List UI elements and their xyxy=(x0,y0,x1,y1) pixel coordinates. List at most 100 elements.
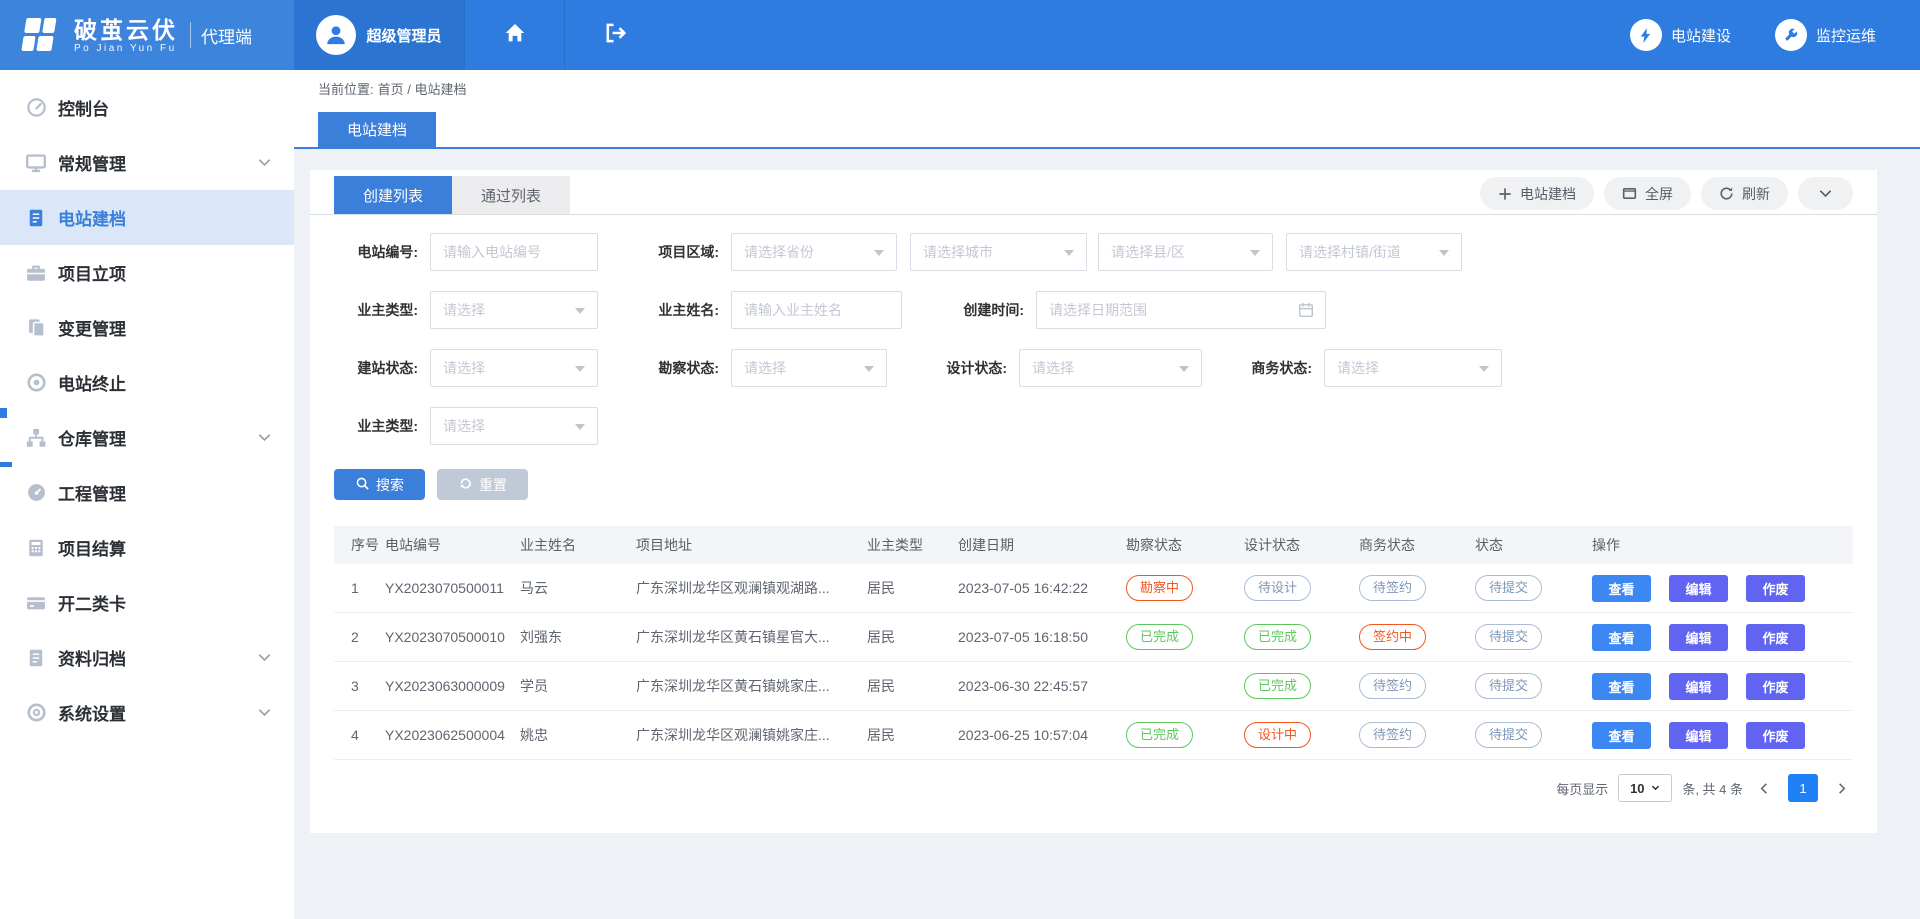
dashboard-icon xyxy=(24,96,48,120)
select-placeholder: 请选择 xyxy=(1032,358,1074,378)
province-select[interactable]: 请选择省份 xyxy=(731,233,897,271)
row-seq: 3 xyxy=(347,678,381,694)
created-date-range-input[interactable] xyxy=(1036,291,1326,329)
tab-station-archive[interactable]: 电站建档 xyxy=(318,112,436,147)
home-icon xyxy=(503,21,527,50)
filter-label: 项目区域: xyxy=(598,242,731,262)
sidebar-item-general-mgmt[interactable]: 常规管理 xyxy=(0,135,294,190)
sidebar-item-label: 变更管理 xyxy=(58,315,126,340)
sidebar-item-label: 仓库管理 xyxy=(58,425,126,450)
sidebar-item-class2-card[interactable]: 开二类卡 xyxy=(0,575,294,630)
home-button[interactable] xyxy=(464,0,564,70)
view-button[interactable]: 查看 xyxy=(1592,575,1651,602)
owner-name: 刘强东 xyxy=(516,627,632,647)
select-caret-icon xyxy=(1250,250,1260,256)
business-status: 待签约 xyxy=(1355,575,1471,601)
owner-type-select-2[interactable]: 请选择 xyxy=(430,407,598,445)
town-select[interactable]: 请选择村镇/街道 xyxy=(1286,233,1462,271)
page-size-value: 10 xyxy=(1630,781,1644,796)
survey-status-select[interactable]: 请选择 xyxy=(731,349,887,387)
collapse-button[interactable] xyxy=(1798,177,1853,210)
view-button[interactable]: 查看 xyxy=(1592,624,1651,651)
created-date-range-input-text[interactable] xyxy=(1049,302,1313,318)
station-code-input-text[interactable] xyxy=(443,244,585,260)
void-button[interactable]: 作废 xyxy=(1746,722,1805,749)
logo-title: 破茧云伏 xyxy=(74,17,178,43)
page-1-button[interactable]: 1 xyxy=(1788,774,1818,802)
breadcrumb-path[interactable]: 首页 / 电站建档 xyxy=(378,79,467,98)
owner-name-input[interactable] xyxy=(731,291,902,329)
business-status: 待签约 xyxy=(1355,722,1471,748)
copy-icon xyxy=(24,316,48,340)
column-header: 项目地址 xyxy=(632,535,863,555)
owner-name-input-text[interactable] xyxy=(744,302,889,318)
column-header: 业主姓名 xyxy=(516,535,632,555)
sidebar-item-system-settings[interactable]: 系统设置 xyxy=(0,685,294,740)
add-station-button[interactable]: 电站建档 xyxy=(1480,177,1594,210)
business-status-select[interactable]: 请选择 xyxy=(1324,349,1502,387)
select-placeholder: 请选择 xyxy=(744,358,786,378)
prev-page-button[interactable] xyxy=(1753,781,1776,796)
pagination: 每页显示 10 条, 共 4 条 1 xyxy=(310,774,1853,802)
status-badge: 勘察中 xyxy=(1126,575,1193,601)
nav-station-build[interactable]: 电站建设 xyxy=(1630,0,1731,70)
page-size-select[interactable]: 10 xyxy=(1618,774,1672,802)
build-status-select[interactable]: 请选择 xyxy=(430,349,598,387)
user-menu[interactable]: 超级管理员 xyxy=(294,0,464,70)
nav-monitor-ops[interactable]: 监控运维 xyxy=(1775,0,1876,70)
sidebar-item-label: 项目立项 xyxy=(58,260,126,285)
sidebar-item-change-mgmt[interactable]: 变更管理 xyxy=(0,300,294,355)
table-header-row: 序号电站编号业主姓名项目地址业主类型创建日期勘察状态设计状态商务状态状态操作 xyxy=(334,526,1853,564)
project-address: 广东深圳龙华区观澜镇观湖路... xyxy=(632,578,863,598)
tab-passed-list[interactable]: 通过列表 xyxy=(452,176,570,214)
sidebar-item-project-initiation[interactable]: 项目立项 xyxy=(0,245,294,300)
edit-button[interactable]: 编辑 xyxy=(1669,722,1728,749)
logo-divider xyxy=(190,22,191,48)
edit-button[interactable]: 编辑 xyxy=(1669,673,1728,700)
city-select[interactable]: 请选择城市 xyxy=(910,233,1087,271)
table-row: 3YX2023063000009学员广东深圳龙华区黄石镇姚家庄...居民2023… xyxy=(334,662,1853,711)
survey-status: 勘察中 xyxy=(1122,575,1240,601)
refresh-button[interactable]: 刷新 xyxy=(1701,177,1788,210)
station-code-input[interactable] xyxy=(430,233,598,271)
void-button[interactable]: 作废 xyxy=(1746,624,1805,651)
logout-icon xyxy=(603,21,627,50)
owner-type: 居民 xyxy=(863,578,954,598)
edit-button[interactable]: 编辑 xyxy=(1669,575,1728,602)
status-badge: 签约中 xyxy=(1359,624,1426,650)
view-button[interactable]: 查看 xyxy=(1592,722,1651,749)
project-address: 广东深圳龙华区黄石镇姚家庄... xyxy=(632,676,863,696)
reset-button[interactable]: 重置 xyxy=(437,469,528,500)
filter-label: 业主姓名: xyxy=(598,300,731,320)
sidebar: 控制台常规管理电站建档项目立项变更管理电站终止仓库管理工程管理项目结算开二类卡资… xyxy=(0,70,294,919)
sidebar-item-label: 资料归档 xyxy=(58,645,126,670)
overall-status: 待提交 xyxy=(1471,624,1588,650)
view-button[interactable]: 查看 xyxy=(1592,673,1651,700)
sidebar-item-warehouse-mgmt[interactable]: 仓库管理 xyxy=(0,410,294,465)
sidebar-item-label: 控制台 xyxy=(58,95,109,120)
sidebar-item-station-archive[interactable]: 电站建档 xyxy=(0,190,294,245)
app-header: 破茧云伏 Po Jian Yun Fu 代理端 超级管理员 xyxy=(0,0,1920,70)
status-badge: 已完成 xyxy=(1244,624,1311,650)
fullscreen-button[interactable]: 全屏 xyxy=(1604,177,1691,210)
sidebar-item-project-settlement[interactable]: 项目结算 xyxy=(0,520,294,575)
calculator-icon xyxy=(24,536,48,560)
nav-label: 监控运维 xyxy=(1816,25,1876,46)
void-button[interactable]: 作废 xyxy=(1746,673,1805,700)
owner-name: 学员 xyxy=(516,676,632,696)
toolbar-button-label: 全屏 xyxy=(1645,184,1673,204)
next-page-button[interactable] xyxy=(1830,781,1853,796)
sidebar-item-engineering-mgmt[interactable]: 工程管理 xyxy=(0,465,294,520)
county-select[interactable]: 请选择县/区 xyxy=(1098,233,1273,271)
owner-type-select[interactable]: 请选择 xyxy=(430,291,598,329)
design-status-select[interactable]: 请选择 xyxy=(1019,349,1202,387)
sidebar-item-console[interactable]: 控制台 xyxy=(0,80,294,135)
logout-button[interactable] xyxy=(564,0,664,70)
search-button[interactable]: 搜索 xyxy=(334,469,425,500)
tab-create-list[interactable]: 创建列表 xyxy=(334,176,452,214)
void-button[interactable]: 作废 xyxy=(1746,575,1805,602)
row-seq: 1 xyxy=(347,580,381,596)
sidebar-item-station-termination[interactable]: 电站终止 xyxy=(0,355,294,410)
sidebar-item-data-archive[interactable]: 资料归档 xyxy=(0,630,294,685)
edit-button[interactable]: 编辑 xyxy=(1669,624,1728,651)
